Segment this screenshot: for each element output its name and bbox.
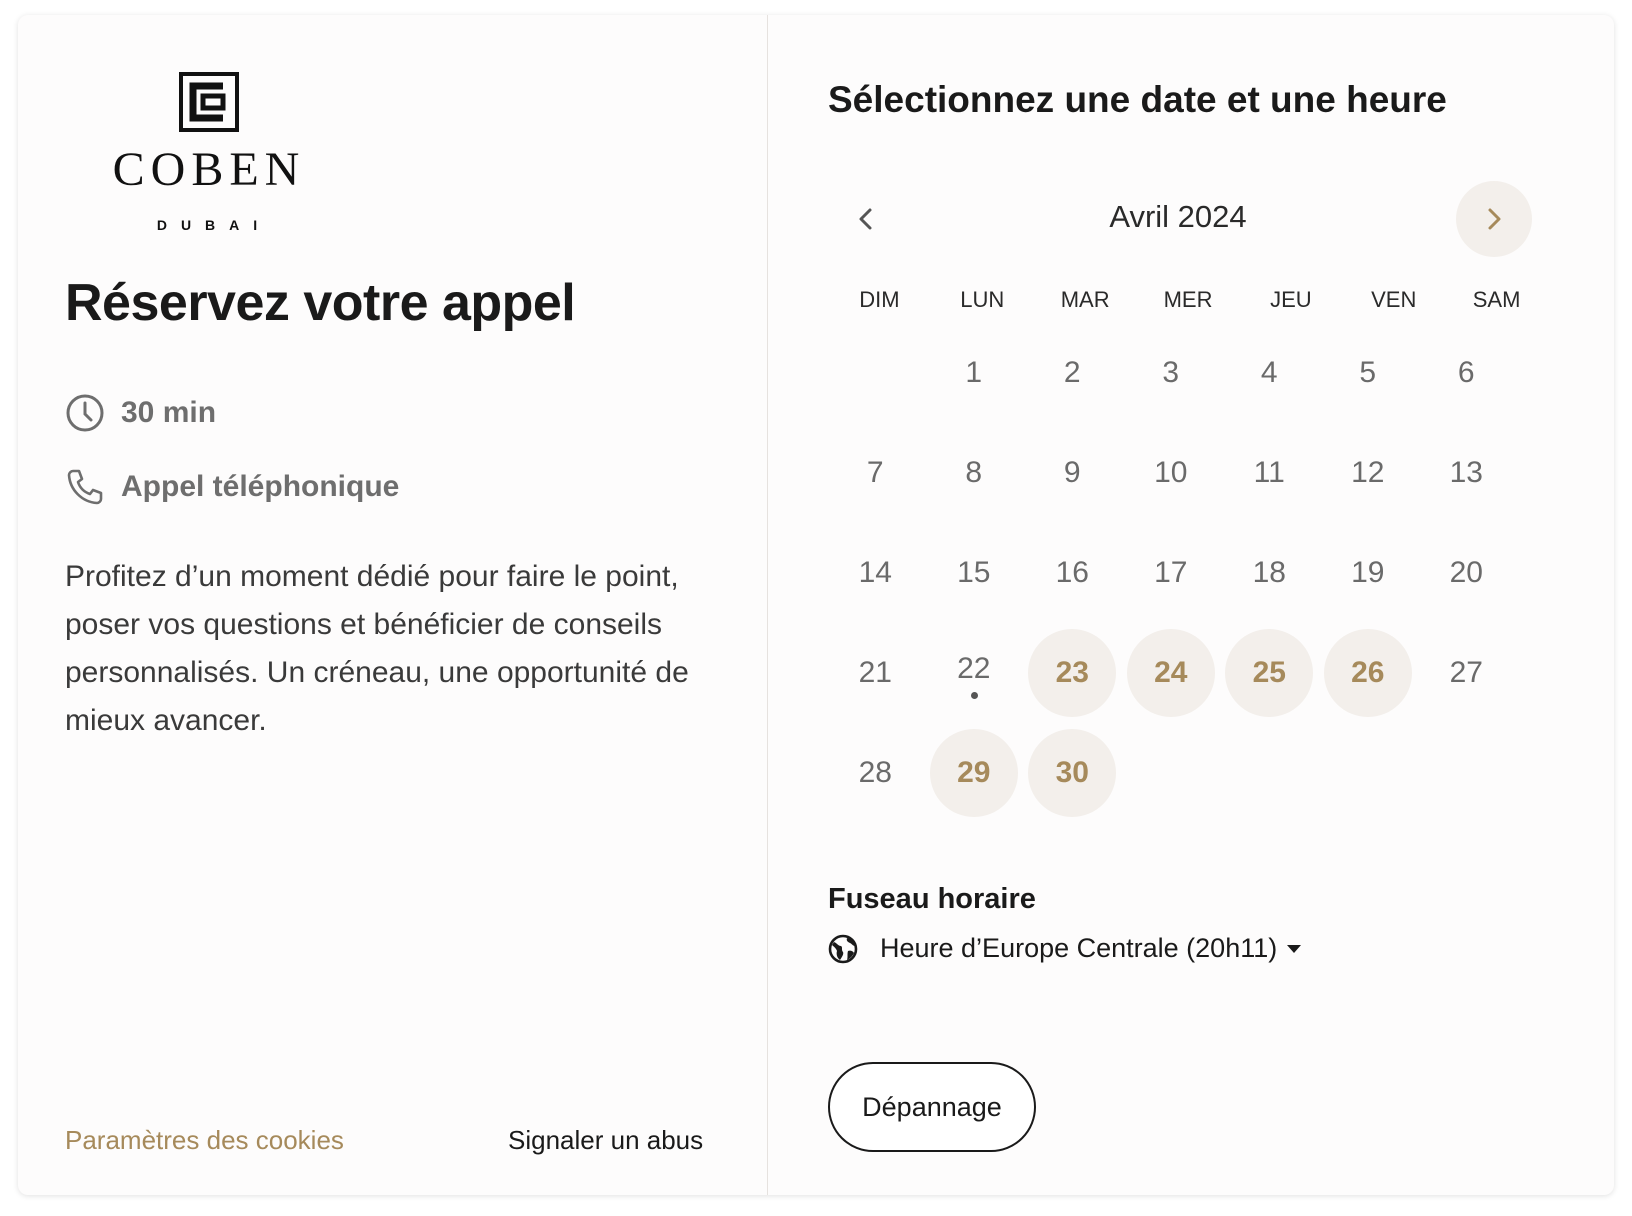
scheduler-panel: Sélectionnez une date et une heure Avril… xyxy=(768,15,1614,1195)
calendar-day: 1 xyxy=(930,329,1018,417)
calendar-day-available[interactable]: 23 xyxy=(1028,629,1117,717)
weekday-header: DIM LUN MAR MER JEU VEN SAM xyxy=(828,287,1548,313)
timezone-selector[interactable]: Heure d’Europe Centrale (20h11) xyxy=(828,933,1302,964)
calendar-day-number: 27 xyxy=(1449,656,1483,689)
calendar-day-available[interactable]: 29 xyxy=(929,729,1018,817)
calendar-day-number: 28 xyxy=(858,756,892,789)
calendar-day-number: 9 xyxy=(1063,456,1081,489)
scheduler-title: Sélectionnez une date et une heure xyxy=(828,79,1447,120)
weekday-mer: MER xyxy=(1163,287,1213,312)
caret-down-icon xyxy=(1287,944,1302,953)
calendar-day-number: 5 xyxy=(1359,356,1377,389)
booking-card: COBEN DUBAI Réservez votre appel 30 min … xyxy=(18,15,1614,1195)
calendar-day-number: 18 xyxy=(1252,556,1286,589)
cookie-settings-link[interactable]: Paramètres des cookies xyxy=(65,1125,344,1156)
calendar-day-number: 24 xyxy=(1154,656,1188,689)
calendar-day-number: 8 xyxy=(965,456,983,489)
calendar-day-available[interactable]: 30 xyxy=(1028,729,1117,817)
calendar-day-number: 20 xyxy=(1449,556,1483,589)
calendar-day: 18 xyxy=(1225,529,1313,617)
calendar-day-number: 11 xyxy=(1253,456,1285,489)
calendar-day-number: 1 xyxy=(965,356,983,389)
weekday-ven: VEN xyxy=(1371,287,1417,312)
calendar-day-number: 13 xyxy=(1449,456,1483,489)
phone-icon xyxy=(67,469,103,505)
calendar-day-number: 19 xyxy=(1351,556,1385,589)
calendar-day: 22 xyxy=(930,629,1018,717)
calendar-day-number: 14 xyxy=(858,556,892,589)
calendar-day: 21 xyxy=(831,629,919,717)
calendar-day-number: 6 xyxy=(1457,356,1475,389)
weekday-sam: SAM xyxy=(1472,287,1521,312)
calendar-day-number: 21 xyxy=(858,656,892,689)
calendar-day-available[interactable]: 24 xyxy=(1126,629,1215,717)
next-month-button[interactable] xyxy=(1456,181,1532,257)
calendar-day-available[interactable]: 26 xyxy=(1323,629,1412,717)
calendar-day-number: 30 xyxy=(1055,756,1089,789)
report-abuse-link[interactable]: Signaler un abus xyxy=(508,1125,703,1156)
weekday-jeu: JEU xyxy=(1270,287,1312,312)
calendar-day: 8 xyxy=(930,429,1018,517)
calendar-day: 28 xyxy=(831,729,919,817)
calendar-day: 27 xyxy=(1422,629,1510,717)
calendar-day: 14 xyxy=(831,529,919,617)
calendar-day-number: 3 xyxy=(1162,356,1180,389)
calendar-navigation: Avril 2024 xyxy=(828,181,1532,257)
calendar-day: 4 xyxy=(1225,329,1313,417)
event-details-panel: COBEN DUBAI Réservez votre appel 30 min … xyxy=(18,15,768,1195)
event-title: Réservez votre appel xyxy=(65,274,576,332)
calendar-day: 12 xyxy=(1324,429,1412,517)
calendar-day: 7 xyxy=(831,429,919,517)
clock-icon xyxy=(66,394,104,432)
logo-subtitle: DUBAI xyxy=(156,217,272,233)
timezone-label: Fuseau horaire xyxy=(828,883,1036,915)
timezone-value: Heure d’Europe Centrale (20h11) xyxy=(880,933,1278,963)
calendar-day: 13 xyxy=(1422,429,1510,517)
event-type: Appel téléphonique xyxy=(65,467,399,507)
calendar-day: 20 xyxy=(1422,529,1510,617)
calendar-day: 15 xyxy=(930,529,1018,617)
calendar-day-number: 22 xyxy=(957,652,991,685)
calendar-day-number: 15 xyxy=(957,556,991,589)
event-duration-text: 30 min xyxy=(121,396,217,429)
calendar-day: 6 xyxy=(1422,329,1510,417)
weekday-dim: DIM xyxy=(859,287,900,312)
troubleshoot-button[interactable]: Dépannage xyxy=(828,1062,1036,1152)
chevron-right-icon xyxy=(1488,208,1501,230)
event-duration: 30 min xyxy=(65,393,216,433)
calendar-day-available[interactable]: 25 xyxy=(1225,629,1314,717)
current-month-label: Avril 2024 xyxy=(1109,199,1247,234)
calendar-day: 16 xyxy=(1028,529,1116,617)
globe-icon xyxy=(828,934,858,963)
event-description: Profitez d’un moment dédié pour faire le… xyxy=(65,560,689,737)
calendar-day: 9 xyxy=(1028,429,1116,517)
logo-mark-icon xyxy=(179,72,239,132)
calendar-day-number: 17 xyxy=(1154,556,1188,589)
calendar-day: 10 xyxy=(1127,429,1215,517)
calendar-day-number: 4 xyxy=(1260,356,1278,389)
calendar-day: 2 xyxy=(1028,329,1116,417)
calendar-day-number: 12 xyxy=(1351,456,1385,489)
calendar-day: 19 xyxy=(1324,529,1412,617)
today-indicator xyxy=(970,692,978,699)
event-type-text: Appel téléphonique xyxy=(121,470,400,503)
calendar-day: 17 xyxy=(1127,529,1215,617)
calendar-day-number: 10 xyxy=(1154,456,1188,489)
calendar-day-number: 16 xyxy=(1055,556,1089,589)
company-logo: COBEN DUBAI xyxy=(98,72,320,233)
calendar-day-number: 29 xyxy=(957,756,991,789)
calendar-day-number: 23 xyxy=(1055,656,1089,689)
calendar-day-number: 26 xyxy=(1351,656,1385,689)
calendar-day: 3 xyxy=(1127,329,1215,417)
calendar-day: 5 xyxy=(1324,329,1412,417)
logo-wordmark: COBEN xyxy=(112,143,306,196)
calendar-day-number: 2 xyxy=(1063,356,1081,389)
calendar-day-number: 25 xyxy=(1252,656,1286,689)
calendar-day-number: 7 xyxy=(866,456,884,489)
weekday-mar: MAR xyxy=(1060,287,1110,312)
weekday-lun: LUN xyxy=(960,287,1005,312)
calendar-day: 11 xyxy=(1225,429,1313,517)
